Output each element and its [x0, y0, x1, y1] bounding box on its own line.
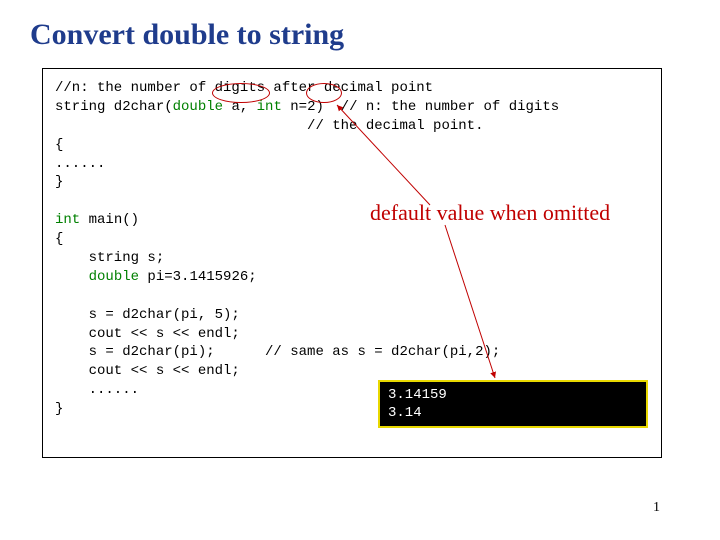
code-line: pi=3.1415926;: [139, 269, 257, 285]
output-line: 3.14: [388, 405, 422, 421]
code-line: // the decimal point.: [55, 118, 483, 134]
code-line: cout << s << endl;: [55, 326, 240, 342]
code-line: ......: [55, 382, 139, 398]
keyword: int: [55, 212, 80, 228]
keyword: double: [89, 269, 139, 285]
highlight-oval-int: [306, 83, 342, 103]
output-console: 3.14159 3.14: [378, 380, 648, 428]
code-line: string s;: [55, 250, 164, 266]
code-line: s = d2char(pi, 5);: [55, 307, 240, 323]
code-line: ......: [55, 156, 105, 172]
code-line: }: [55, 401, 63, 417]
code-line: {: [55, 231, 63, 247]
output-line: 3.14159: [388, 387, 447, 403]
code-line: }: [55, 174, 63, 190]
code-line: main(): [80, 212, 139, 228]
code-line: s = d2char(pi); // same as s = d2char(pi…: [55, 344, 500, 360]
code-line: {: [55, 137, 63, 153]
slide-title: Convert double to string: [30, 18, 344, 52]
highlight-oval-double: [212, 83, 270, 103]
code-line: cout << s << endl;: [55, 363, 240, 379]
page-number: 1: [653, 500, 660, 516]
code-line: string d2char(: [55, 99, 173, 115]
annotation-text: default value when omitted: [370, 200, 610, 226]
keyword: int: [257, 99, 282, 115]
code-line: [55, 269, 89, 285]
keyword: double: [173, 99, 223, 115]
